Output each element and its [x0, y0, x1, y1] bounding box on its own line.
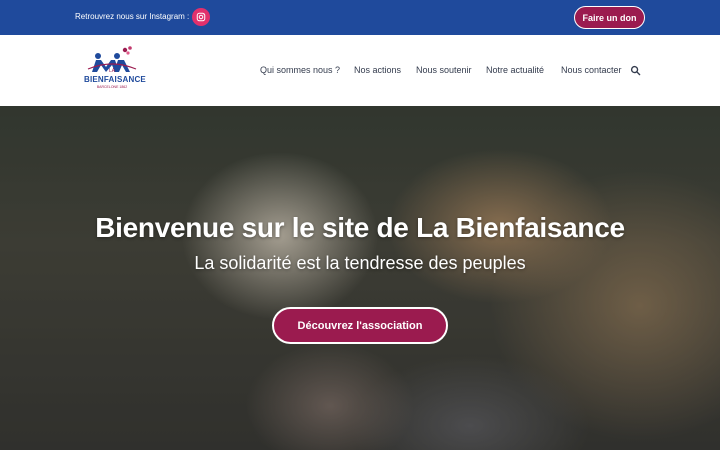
top-bar: Retrouvrez nous sur Instagram : Faire un…	[0, 0, 720, 35]
donate-button[interactable]: Faire un don	[574, 6, 645, 29]
hero-title: Bienvenue sur le site de La Bienfaisance	[95, 212, 625, 243]
main-navbar: LA BIENFAISANCE BARCELONE 1862 Qui somme…	[0, 35, 720, 106]
hero-banner: Bienvenue sur le site de La Bienfaisance…	[0, 106, 720, 450]
nav-item-nos-actions[interactable]: Nos actions	[354, 65, 401, 75]
instagram-icon[interactable]	[192, 8, 210, 26]
nav-item-nous-soutenir[interactable]: Nous soutenir	[416, 65, 472, 75]
nav-item-notre-actualite[interactable]: Notre actualité	[486, 65, 544, 75]
nav-item-nous-contacter[interactable]: Nous contacter	[561, 65, 622, 75]
discover-association-button[interactable]: Découvrez l'association	[272, 307, 448, 344]
nav-item-qui-sommes-nous[interactable]: Qui sommes nous ?	[260, 65, 340, 75]
hero-subtitle: La solidarité est la tendresse des peupl…	[194, 253, 526, 273]
instagram-prompt: Retrouvrez nous sur Instagram :	[75, 12, 190, 21]
logo-sub-text: BARCELONE 1862	[96, 85, 128, 89]
search-icon[interactable]	[630, 65, 641, 76]
nav-menu: Qui sommes nous ? Nos actions Nous soute…	[0, 65, 720, 79]
